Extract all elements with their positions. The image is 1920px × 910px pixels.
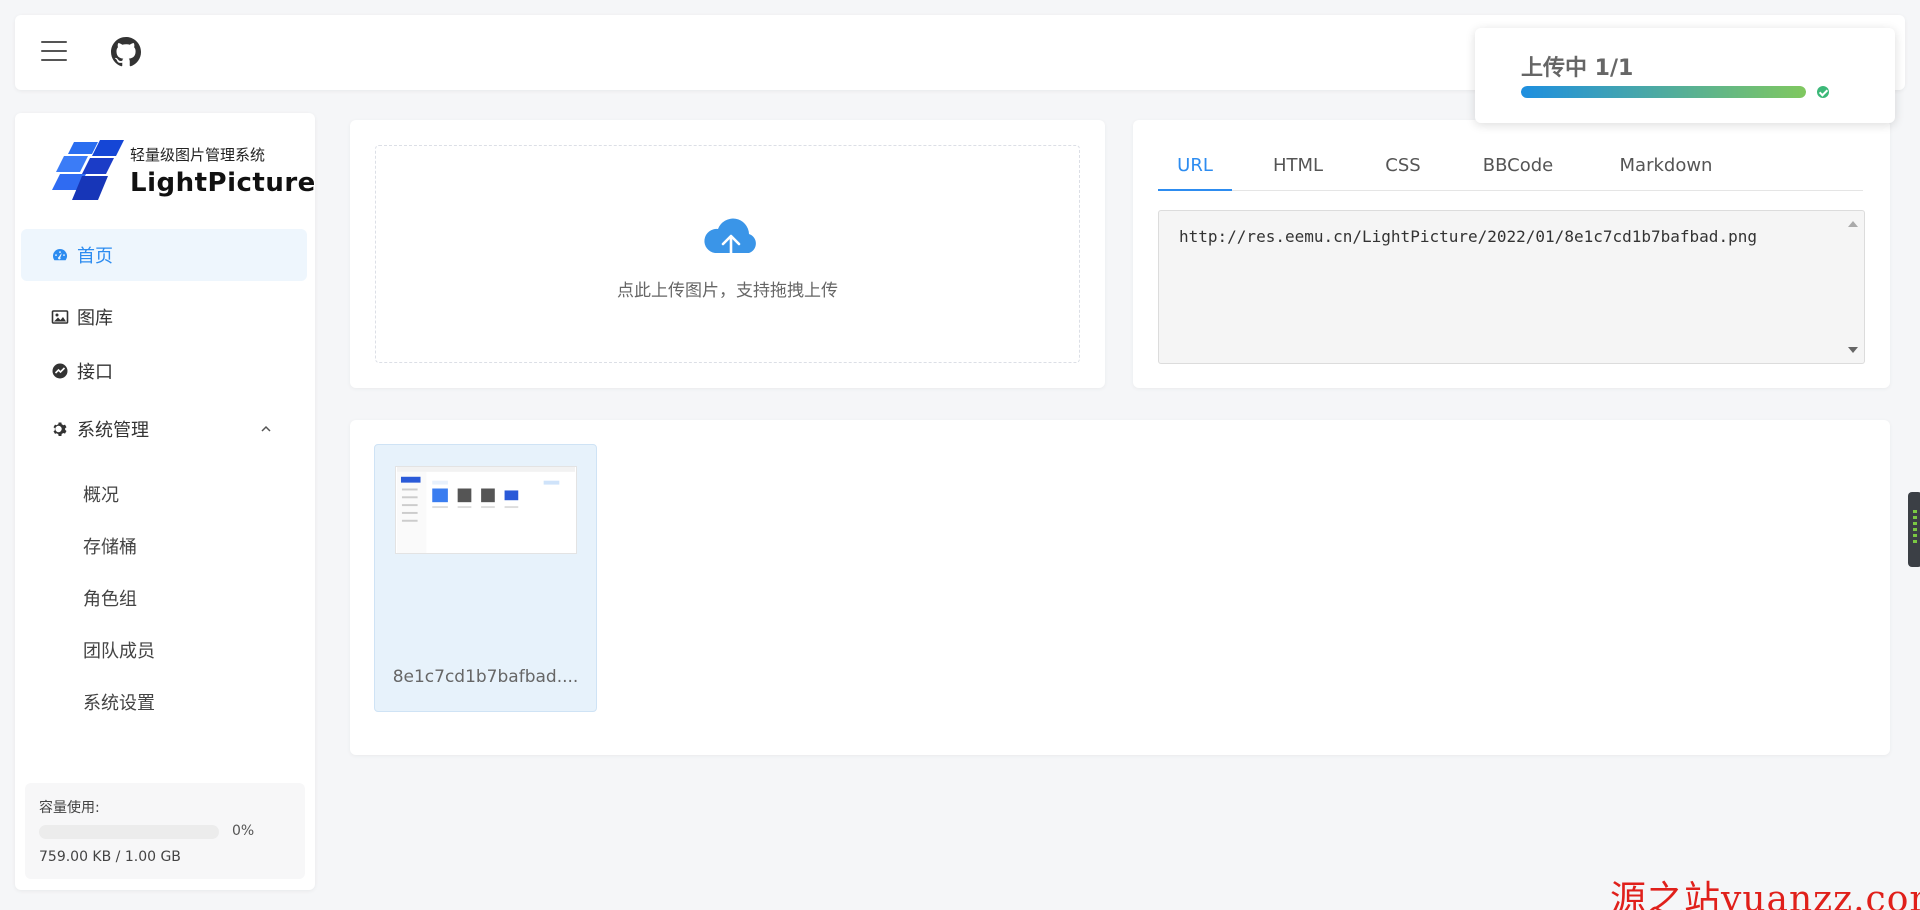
check-circle-icon: [1817, 86, 1829, 98]
side-panel-handle[interactable]: [1908, 492, 1920, 567]
logo-mark-icon: [52, 140, 124, 200]
chevron-up-icon[interactable]: [259, 422, 273, 436]
tab-markdown[interactable]: Markdown: [1596, 155, 1736, 191]
tab-css[interactable]: CSS: [1368, 155, 1438, 191]
gear-icon: [51, 420, 69, 438]
scroll-up-icon[interactable]: [1848, 221, 1858, 227]
upload-progress-fill: [1521, 86, 1806, 98]
sidebar-subitem-label: 概况: [83, 485, 119, 506]
storage-usage-bar: [39, 825, 219, 839]
link-output-card: URL HTML CSS BBCode Markdown http://res.…: [1133, 120, 1890, 388]
storage-usage-label: 容量使用:: [39, 800, 100, 816]
upload-hint: 点此上传图片，支持拖拽上传: [617, 281, 838, 301]
logo-name: LightPicture: [130, 168, 316, 198]
sidebar-subitem-overview[interactable]: 概况: [21, 472, 307, 516]
tab-url[interactable]: URL: [1158, 155, 1232, 191]
image-filename: 8e1c7cd1b7bafbad....: [392, 667, 579, 687]
watermark: 源之站yuanzz.com: [1610, 879, 1920, 910]
sidebar-subitem-settings[interactable]: 系统设置: [21, 680, 307, 724]
sidebar-subitem-label: 团队成员: [83, 641, 155, 662]
upload-progress-toast: 上传中 1/1: [1475, 28, 1895, 123]
image-icon: [51, 308, 69, 326]
dashboard-icon: [51, 246, 69, 264]
sidebar-item-label: 首页: [77, 246, 113, 267]
sidebar-item-api[interactable]: 接口: [21, 345, 307, 397]
upload-card: 点此上传图片，支持拖拽上传: [350, 120, 1105, 388]
format-tabs: URL HTML CSS BBCode Markdown: [1158, 155, 1863, 191]
sidebar-subitem-members[interactable]: 团队成员: [21, 628, 307, 672]
sidebar-subitem-label: 存储桶: [83, 537, 137, 558]
tab-bbcode[interactable]: BBCode: [1463, 155, 1573, 191]
cloud-upload-icon: [704, 218, 756, 262]
sidebar-item-system[interactable]: 系统管理: [21, 403, 307, 455]
storage-usage-value: 759.00 KB / 1.00 GB: [39, 849, 181, 865]
link-output-textarea[interactable]: http://res.eemu.cn/LightPicture/2022/01/…: [1158, 210, 1865, 364]
sidebar-item-gallery[interactable]: 图库: [21, 291, 307, 343]
sidebar-subitem-roles[interactable]: 角色组: [21, 576, 307, 620]
sidebar-subitem-label: 角色组: [83, 589, 137, 610]
sidebar-item-home[interactable]: 首页: [21, 229, 307, 281]
storage-usage-percent: 0%: [232, 823, 255, 839]
storage-usage-panel: 容量使用: 0% 759.00 KB / 1.00 GB: [25, 783, 305, 879]
toast-title: 上传中 1/1: [1521, 56, 1634, 81]
image-thumbnail-card[interactable]: 8e1c7cd1b7bafbad....: [374, 444, 597, 712]
uploaded-images-card: 8e1c7cd1b7bafbad....: [350, 420, 1890, 755]
sidebar: 轻量级图片管理系统 LightPicture 首页 图库 接口 系统管理 概况 …: [15, 113, 315, 890]
sidebar-item-label: 图库: [77, 308, 113, 329]
sidebar-item-label: 接口: [77, 362, 113, 383]
upload-dropzone[interactable]: 点此上传图片，支持拖拽上传: [375, 145, 1080, 363]
tab-html[interactable]: HTML: [1258, 155, 1338, 191]
upload-progress-bar: [1521, 86, 1806, 98]
api-icon: [51, 362, 69, 380]
link-output-text: http://res.eemu.cn/LightPicture/2022/01/…: [1179, 227, 1757, 246]
sidebar-item-label: 系统管理: [77, 420, 149, 441]
sidebar-subitem-label: 系统设置: [83, 693, 155, 714]
logo-subtitle: 轻量级图片管理系统: [130, 146, 266, 164]
logo: 轻量级图片管理系统 LightPicture: [52, 138, 315, 208]
hamburger-icon[interactable]: [41, 41, 67, 63]
sidebar-subitem-buckets[interactable]: 存储桶: [21, 524, 307, 568]
github-icon[interactable]: [111, 37, 141, 67]
image-thumbnail: [395, 466, 577, 554]
scroll-down-icon[interactable]: [1848, 347, 1858, 353]
